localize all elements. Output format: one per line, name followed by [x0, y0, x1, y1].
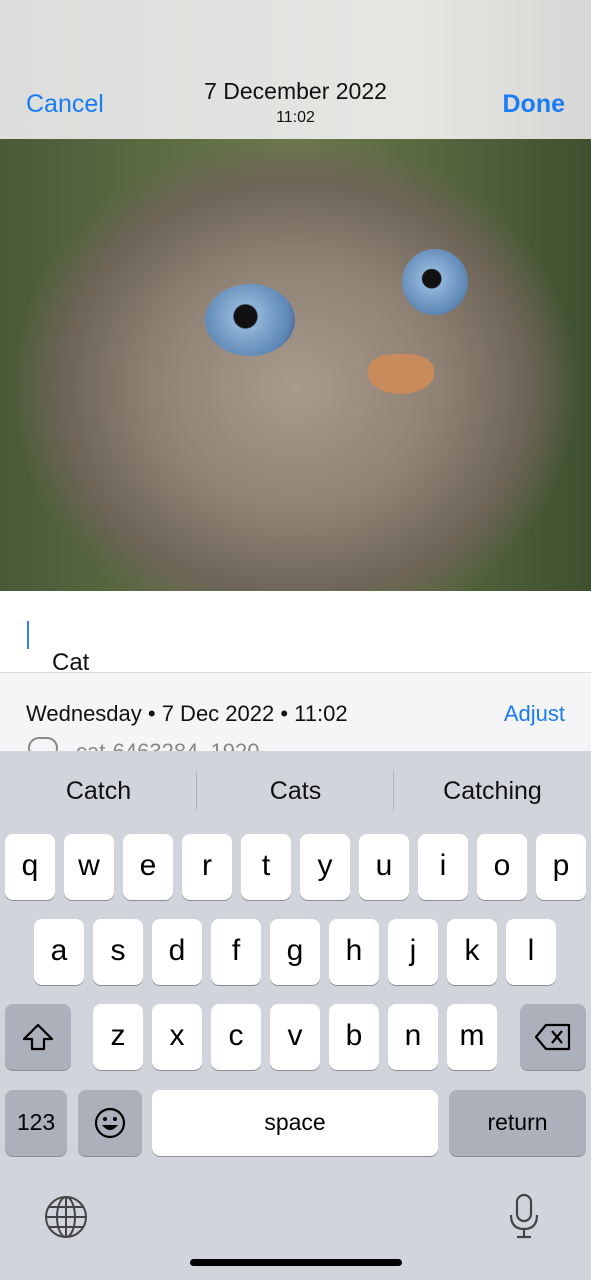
- filename: cat-6463284_1920: [76, 739, 260, 751]
- emoji-key[interactable]: [78, 1090, 142, 1156]
- key-f[interactable]: f: [211, 919, 261, 985]
- key-z[interactable]: z: [93, 1004, 143, 1070]
- info-panel: Wednesday • 7 Dec 2022 • 11:02 Adjust ca…: [0, 673, 591, 751]
- key-d[interactable]: d: [152, 919, 202, 985]
- suggestion[interactable]: Cats: [197, 751, 394, 831]
- keyboard: Catch Cats Catching qwertyuiop asdfghjkl z…: [0, 751, 591, 1280]
- key-x[interactable]: x: [152, 1004, 202, 1070]
- delete-key[interactable]: [520, 1004, 586, 1070]
- microphone-icon[interactable]: [508, 1193, 540, 1239]
- caption-field[interactable]: Cat: [0, 591, 591, 676]
- key-v[interactable]: v: [270, 1004, 320, 1070]
- backspace-icon: [534, 1023, 571, 1051]
- done-button[interactable]: Done: [503, 90, 566, 119]
- cat-eye: [402, 249, 468, 315]
- return-key[interactable]: return: [449, 1090, 586, 1156]
- key-c[interactable]: c: [211, 1004, 261, 1070]
- key-i[interactable]: i: [418, 834, 468, 900]
- cloud-icon: [28, 737, 58, 751]
- adjust-button[interactable]: Adjust: [504, 701, 565, 727]
- emoji-icon: [94, 1107, 126, 1139]
- key-a[interactable]: a: [34, 919, 84, 985]
- suggestion[interactable]: Catch: [0, 751, 197, 831]
- key-j[interactable]: j: [388, 919, 438, 985]
- key-s[interactable]: s: [93, 919, 143, 985]
- shift-icon: [22, 1023, 54, 1051]
- key-u[interactable]: u: [359, 834, 409, 900]
- key-g[interactable]: g: [270, 919, 320, 985]
- shift-key[interactable]: [5, 1004, 71, 1070]
- key-n[interactable]: n: [388, 1004, 438, 1070]
- cat-nose: [368, 354, 434, 394]
- photo-cat: [0, 139, 591, 591]
- space-key[interactable]: space: [152, 1090, 438, 1156]
- date-time: Wednesday • 7 Dec 2022 • 11:02: [26, 701, 348, 726]
- key-m[interactable]: m: [447, 1004, 497, 1070]
- key-l[interactable]: l: [506, 919, 556, 985]
- key-r[interactable]: r: [182, 834, 232, 900]
- suggestion[interactable]: Catching: [394, 751, 591, 831]
- home-indicator: [190, 1259, 402, 1266]
- key-p[interactable]: p: [536, 834, 586, 900]
- key-w[interactable]: w: [64, 834, 114, 900]
- numbers-key[interactable]: 123: [5, 1090, 67, 1156]
- key-e[interactable]: e: [123, 834, 173, 900]
- cat-eye: [205, 284, 295, 356]
- nav-bar: Cancel 7 December 2022 11:02 Done: [0, 0, 591, 139]
- globe-icon[interactable]: [44, 1195, 88, 1239]
- text-cursor: [27, 620, 29, 649]
- key-q[interactable]: q: [5, 834, 55, 900]
- key-y[interactable]: y: [300, 834, 350, 900]
- key-k[interactable]: k: [447, 919, 497, 985]
- key-h[interactable]: h: [329, 919, 379, 985]
- key-o[interactable]: o: [477, 834, 527, 900]
- key-b[interactable]: b: [329, 1004, 379, 1070]
- key-t[interactable]: t: [241, 834, 291, 900]
